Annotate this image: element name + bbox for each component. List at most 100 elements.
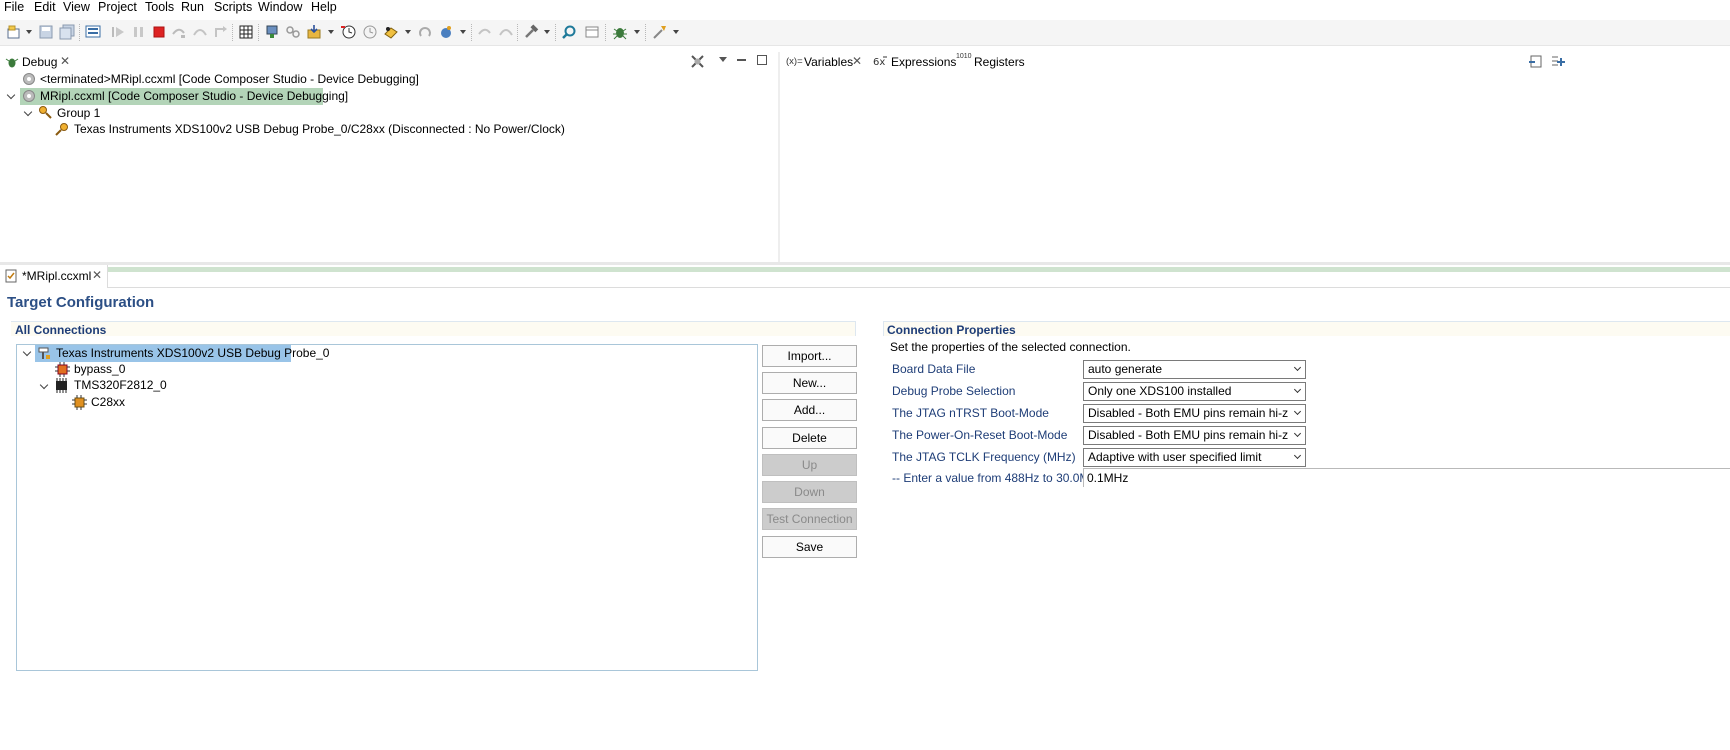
properties-description: Set the properties of the selected conne… xyxy=(890,340,1131,354)
close-icon[interactable]: ✕ xyxy=(92,268,102,282)
chip-icon xyxy=(56,378,67,393)
menu-project[interactable]: Project xyxy=(98,0,137,14)
minimize-icon[interactable] xyxy=(737,59,746,61)
step-over-icon[interactable] xyxy=(192,24,208,40)
chevron-down-icon[interactable] xyxy=(39,382,49,392)
menu-edit[interactable]: Edit xyxy=(34,0,56,14)
main-toolbar xyxy=(0,20,1730,46)
debug-bug-icon xyxy=(5,58,19,68)
debug-dropdown-icon[interactable] xyxy=(634,30,640,34)
flash-dropdown-icon[interactable] xyxy=(673,30,679,34)
gel-dropdown-icon[interactable] xyxy=(405,30,411,34)
debug-bug-icon[interactable] xyxy=(612,24,628,40)
memory-grid-icon[interactable] xyxy=(238,24,254,40)
section-header-bg xyxy=(11,321,856,336)
tab-registers[interactable]: Registers xyxy=(974,55,1025,69)
tools-dropdown-icon[interactable] xyxy=(544,30,550,34)
board-data-file-value: auto generate xyxy=(1088,362,1163,376)
editor-active-stripe xyxy=(108,267,1730,272)
cpu-icon xyxy=(72,395,87,410)
collapse-all-icon[interactable] xyxy=(1528,54,1543,69)
restart-icon[interactable] xyxy=(417,24,433,40)
connection-cpu[interactable]: C28xx xyxy=(91,394,125,411)
remove-terminated-icon[interactable] xyxy=(690,54,705,69)
chevron-down-icon[interactable] xyxy=(23,109,33,119)
debug-item-group[interactable]: Group 1 xyxy=(57,105,100,122)
connect-target-icon[interactable] xyxy=(264,24,280,40)
group-icon xyxy=(39,106,52,119)
connection-bypass[interactable]: bypass_0 xyxy=(74,361,125,378)
save-all-icon[interactable] xyxy=(59,24,75,40)
view-menu-icon[interactable] xyxy=(719,57,727,62)
power-on-reset-boot-mode-select[interactable]: Disabled - Both EMU pins remain hi-z xyxy=(1083,426,1306,445)
menu-view[interactable]: View xyxy=(63,0,90,14)
assembly-step-over-icon[interactable] xyxy=(498,24,514,40)
debug-run-icon[interactable] xyxy=(438,24,454,40)
import-button[interactable]: Import... xyxy=(762,345,857,367)
debug-item-session[interactable]: MRipl.ccxml [Code Composer Studio - Devi… xyxy=(40,88,348,105)
add-variable-icon[interactable] xyxy=(1550,54,1565,69)
jtag-ntrst-boot-mode-select[interactable]: Disabled - Both EMU pins remain hi-z xyxy=(1083,404,1306,423)
jtag-tclk-frequency-label: The JTAG TCLK Frequency (MHz) xyxy=(892,450,1076,464)
board-data-file-select[interactable]: auto generate xyxy=(1083,360,1306,379)
new-icon[interactable] xyxy=(6,24,22,40)
new-button[interactable]: New... xyxy=(762,372,857,394)
connection-device[interactable]: TMS320F2812_0 xyxy=(74,377,167,394)
new-dropdown-icon[interactable] xyxy=(26,30,32,34)
test-connection-button[interactable]: Test Connection xyxy=(762,508,857,530)
gel-script-icon[interactable] xyxy=(383,24,399,40)
load-program-icon[interactable] xyxy=(306,24,322,40)
assembly-step-into-icon[interactable] xyxy=(477,24,493,40)
step-return-icon[interactable] xyxy=(213,24,229,40)
editor-area: *MRipl.ccxml ✕ Target Configuration All … xyxy=(0,265,1730,750)
tab-debug[interactable]: Debug xyxy=(22,55,57,69)
menu-file[interactable]: File xyxy=(4,0,24,14)
chevron-down-icon[interactable] xyxy=(22,349,32,359)
step-into-icon[interactable] xyxy=(171,24,187,40)
menu-scripts[interactable]: Scripts xyxy=(214,0,252,14)
connection-properties-header: Connection Properties xyxy=(887,323,1016,337)
menu-help[interactable]: Help xyxy=(311,0,337,14)
jtag-ntrst-boot-mode-value: Disabled - Both EMU pins remain hi-z xyxy=(1088,406,1289,420)
open-perspective-icon[interactable] xyxy=(584,24,600,40)
tclk-limit-label: -- Enter a value from 488Hz to 30.0MHz xyxy=(892,471,1105,485)
resume-icon[interactable] xyxy=(110,24,126,40)
profile-clock-icon[interactable] xyxy=(361,24,377,40)
tab-expressions[interactable]: Expressions xyxy=(891,55,956,69)
suspend-icon[interactable] xyxy=(131,24,147,40)
clock-icon[interactable] xyxy=(340,24,356,40)
connection-probe[interactable]: Texas Instruments XDS100v2 USB Debug Pro… xyxy=(56,345,329,362)
flash-icon[interactable] xyxy=(652,24,668,40)
add-button[interactable]: Add... xyxy=(762,399,857,421)
toolbar-separator xyxy=(79,24,80,41)
terminate-icon[interactable] xyxy=(151,24,167,40)
debug-probe-selection-select[interactable]: Only one XDS100 installed xyxy=(1083,382,1306,401)
editor-tab-label[interactable]: *MRipl.ccxml xyxy=(22,269,91,283)
load-dropdown-icon[interactable] xyxy=(328,30,334,34)
tab-variables[interactable]: Variables xyxy=(804,55,853,69)
link-icon[interactable] xyxy=(285,24,301,40)
down-button[interactable]: Down xyxy=(762,481,857,503)
jtag-tclk-frequency-select[interactable]: Adaptive with user specified limit xyxy=(1083,448,1306,467)
menu-tools[interactable]: Tools xyxy=(145,0,174,14)
probe-icon xyxy=(55,123,68,136)
menu-window[interactable]: Window xyxy=(258,0,302,14)
debug-item-probe[interactable]: Texas Instruments XDS100v2 USB Debug Pro… xyxy=(74,121,565,138)
close-icon[interactable]: ✕ xyxy=(60,54,70,68)
debug-run-dropdown-icon[interactable] xyxy=(460,30,466,34)
debug-probe-selection-value: Only one XDS100 installed xyxy=(1088,384,1232,398)
up-button[interactable]: Up xyxy=(762,454,857,476)
delete-button[interactable]: Delete xyxy=(762,427,857,449)
tclk-limit-input[interactable] xyxy=(1083,468,1730,487)
debug-view-icon[interactable] xyxy=(85,24,101,40)
search-icon[interactable] xyxy=(561,24,577,40)
close-icon[interactable]: ✕ xyxy=(852,54,862,68)
save-icon[interactable] xyxy=(38,24,54,40)
save-button[interactable]: Save xyxy=(762,536,857,558)
menu-run[interactable]: Run xyxy=(181,0,204,14)
maximize-icon[interactable] xyxy=(757,55,767,65)
probe-icon xyxy=(38,347,50,359)
chevron-down-icon[interactable] xyxy=(6,92,16,102)
tools-hammer-icon[interactable] xyxy=(523,24,539,40)
debug-item-terminated[interactable]: <terminated>MRipl.ccxml [Code Composer S… xyxy=(40,71,419,88)
